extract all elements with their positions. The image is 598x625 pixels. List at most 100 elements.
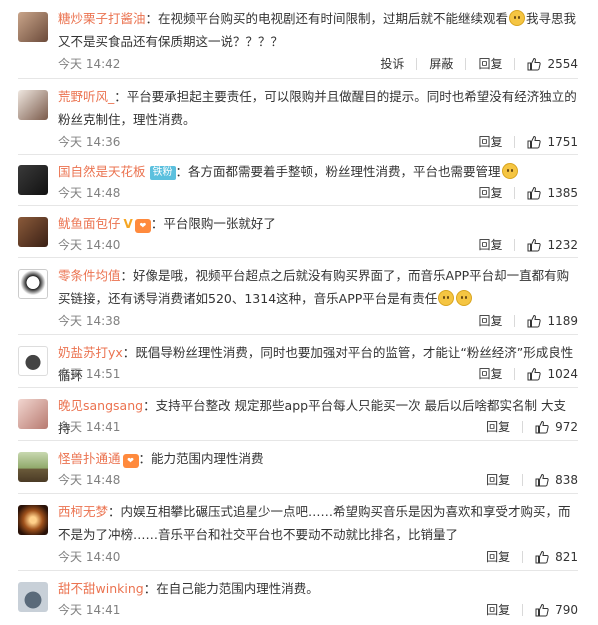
divider (18, 78, 578, 79)
avatar[interactable] (18, 12, 48, 42)
like-button[interactable]: 972 (535, 420, 578, 434)
like-count: 1189 (547, 313, 578, 328)
like-count: 972 (555, 419, 578, 434)
thumbs-up-icon (527, 186, 542, 199)
comment-actions: 回复 838 (486, 471, 578, 488)
separator (514, 314, 516, 327)
comment-item: 怪兽扑通通 ❤ ：能力范围内理性消费 今天 14:48 回复 838 (0, 447, 598, 492)
comment-actions: 回复 1751 (478, 133, 578, 150)
reply-button[interactable]: 回复 (486, 548, 510, 565)
username[interactable]: 怪兽扑通通 (58, 451, 121, 466)
cool-emoji-icon (509, 10, 526, 26)
reply-button[interactable]: 回复 (478, 184, 502, 201)
like-button[interactable]: 1232 (527, 238, 578, 252)
thumbs-up-icon (535, 550, 549, 563)
comment-text: 荒野听风_：平台要承担起主要责任，可以限购并且做醒目的提示。同时也希望没有经济独… (58, 89, 577, 127)
username[interactable]: 鱿鱼面包仔 (58, 216, 121, 231)
reply-button[interactable]: 回复 (486, 601, 510, 618)
comment-body: 好像是哦，视频平台超点之后就没有购买界面了，而音乐APP平台却一直都有购买链接，… (58, 268, 570, 306)
timestamp: 今天 14:48 (58, 186, 121, 200)
comment-text: 甜不甜winking：在自己能力范围内理性消费。 (58, 581, 319, 596)
avatar[interactable] (18, 269, 48, 299)
divider (18, 257, 578, 258)
username[interactable]: 甜不甜winking (58, 581, 144, 596)
like-button[interactable]: 1189 (527, 314, 578, 328)
like-button[interactable]: 2554 (527, 57, 578, 71)
avatar[interactable] (18, 165, 48, 195)
separator (522, 420, 524, 433)
username[interactable]: 晚见sangsang (58, 398, 143, 413)
comment-item: 荒野听风_：平台要承担起主要责任，可以限购并且做醒目的提示。同时也希望没有经济独… (0, 85, 598, 155)
username[interactable]: 国自然是天花板 (58, 164, 146, 179)
comment-text: 国自然是天花板 铁粉 ：各方面都需要着手整顿，粉丝理性消费，平台也需要管理 (58, 160, 578, 183)
separator (416, 57, 418, 70)
comment-item: 国自然是天花板 铁粉 ：各方面都需要着手整顿，粉丝理性消费，平台也需要管理 今天 1… (0, 160, 598, 205)
username[interactable]: 西柯无梦 (58, 504, 108, 519)
like-button[interactable]: 821 (535, 550, 578, 564)
avatar[interactable] (18, 452, 48, 482)
thumbs-up-icon (535, 603, 549, 616)
separator (514, 57, 516, 70)
comment-actions: 回复 1024 (478, 365, 578, 382)
block-button[interactable]: 屏蔽 (429, 55, 453, 72)
reply-button[interactable]: 回复 (478, 312, 502, 329)
comment-item: 西柯无梦：内娱互相攀比碾压式追星少一点吧……希望购买音乐是因为喜欢和享受才购买，… (0, 500, 598, 570)
separator (465, 57, 467, 70)
like-button[interactable]: 790 (535, 603, 578, 617)
username[interactable]: 糖炒栗子打酱油 (58, 11, 146, 26)
like-button[interactable]: 838 (535, 473, 578, 487)
like-count: 1232 (547, 237, 578, 252)
reply-button[interactable]: 回复 (478, 236, 502, 253)
vip-icon: ❤ (122, 454, 139, 468)
reply-button[interactable]: 回复 (478, 365, 502, 382)
avatar[interactable] (18, 399, 48, 429)
like-count: 2554 (547, 56, 578, 71)
divider (18, 205, 578, 206)
comment-body: 平台要承担起主要责任，可以限购并且做醒目的提示。同时也希望没有经济独立的粉丝克制… (58, 89, 577, 127)
smile-emoji-icon (438, 290, 455, 306)
avatar[interactable] (18, 505, 48, 535)
timestamp: 今天 14:40 (58, 550, 121, 564)
laugh-emoji-icon (501, 163, 518, 179)
comment-item: 糖炒栗子打酱油：在视频平台购买的电视剧还有时间限制，过期后就不能继续观看 我寻思我… (0, 7, 598, 77)
like-count: 821 (555, 549, 578, 564)
like-button[interactable]: 1385 (527, 186, 578, 200)
smile-emoji-icon (456, 290, 473, 306)
timestamp: 今天 14:36 (58, 135, 121, 149)
thumbs-up-icon (535, 473, 549, 486)
comment-body: 内娱互相攀比碾压式追星少一点吧……希望购买音乐是因为喜欢和享受才购买，而不是为了… (58, 504, 571, 542)
comment-body: 在视频平台购买的电视剧还有时间限制，过期后就不能继续观看 (158, 11, 509, 26)
separator (522, 603, 524, 616)
thumbs-up-icon (535, 420, 549, 433)
divider (18, 493, 578, 494)
avatar[interactable] (18, 346, 48, 376)
like-button[interactable]: 1024 (527, 367, 578, 381)
thumbs-up-icon (527, 238, 542, 251)
avatar[interactable] (18, 217, 48, 247)
like-button[interactable]: 1751 (527, 135, 578, 149)
divider (18, 334, 578, 335)
report-button[interactable]: 投诉 (380, 55, 404, 72)
divider (18, 440, 578, 441)
avatar[interactable] (18, 582, 48, 612)
separator (514, 238, 516, 251)
reply-button[interactable]: 回复 (486, 418, 510, 435)
comment-actions: 回复 1385 (478, 184, 578, 201)
avatar[interactable] (18, 90, 48, 120)
timestamp: 今天 14:41 (58, 420, 121, 434)
username[interactable]: 零条件均值 (58, 268, 121, 283)
thumbs-up-icon (527, 314, 542, 327)
comment-text: 鱿鱼面包仔 V ❤ ：平台限购一张就好了 (58, 212, 578, 236)
like-count: 790 (555, 602, 578, 617)
timestamp: 今天 14:51 (58, 367, 121, 381)
comment-text: 西柯无梦：内娱互相攀比碾压式追星少一点吧……希望购买音乐是因为喜欢和享受才购买，… (58, 504, 571, 542)
reply-button[interactable]: 回复 (478, 55, 502, 72)
username[interactable]: 奶盐苏打yx (58, 345, 123, 360)
comment-item: 甜不甜winking：在自己能力范围内理性消费。 今天 14:41 回复 790 (0, 577, 598, 622)
comment-text: 怪兽扑通通 ❤ ：能力范围内理性消费 (58, 451, 264, 468)
reply-button[interactable]: 回复 (478, 133, 502, 150)
separator (514, 135, 516, 148)
username[interactable]: 荒野听风_ (58, 89, 114, 104)
thumbs-up-icon (527, 57, 542, 70)
reply-button[interactable]: 回复 (486, 471, 510, 488)
